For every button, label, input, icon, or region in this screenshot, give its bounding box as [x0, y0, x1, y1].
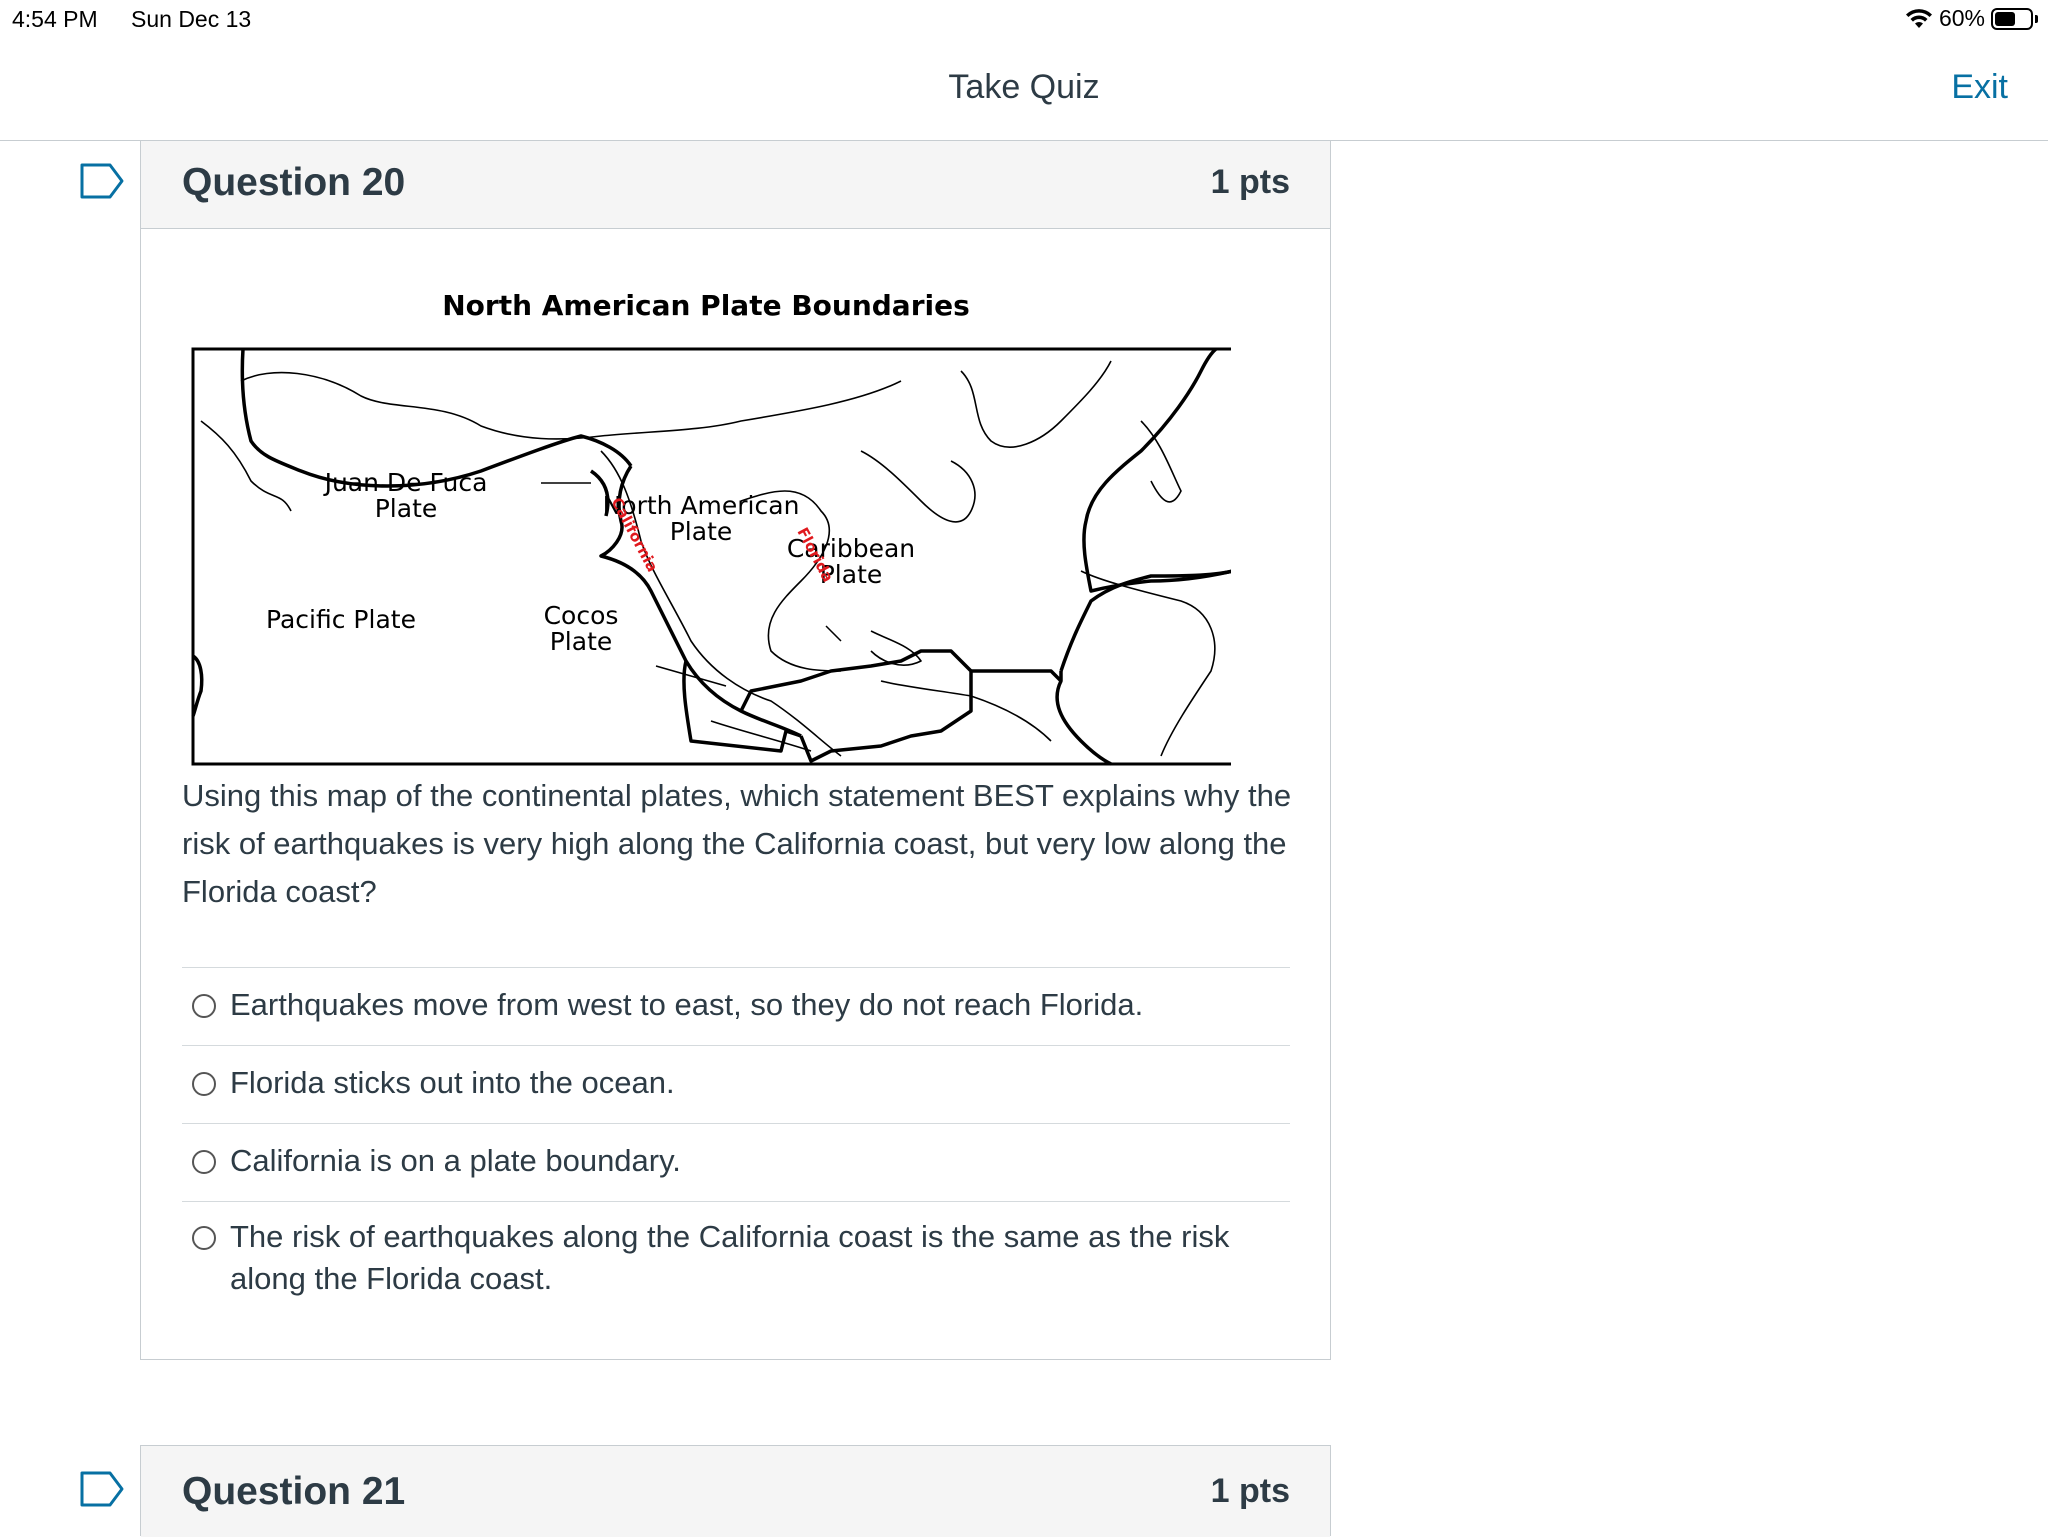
flag-question-icon[interactable] [80, 1471, 124, 1507]
cocos-label: Cocos [544, 601, 619, 630]
status-date: Sun Dec 13 [131, 6, 252, 32]
question-points: 1 pts [1210, 163, 1290, 201]
plate-map-image: Juan De Fuca Plate North American Plate … [191, 347, 1231, 766]
cocos-label-2: Plate [550, 627, 613, 656]
answer-list: Earthquakes move from west to east, so t… [182, 967, 1290, 1316]
radio-button[interactable] [192, 1072, 216, 1096]
question-header: Question 20 1 pts [141, 141, 1330, 229]
question-title: Question 20 [182, 161, 406, 204]
question-title: Question 21 [182, 1470, 406, 1513]
juan-de-fuca-label-2: Plate [375, 494, 438, 523]
question-body: North American Plate Boundaries Juan De … [141, 229, 1330, 1359]
juan-de-fuca-label: Juan De Fuca [323, 468, 488, 497]
answer-option[interactable]: Earthquakes move from west to east, so t… [182, 967, 1290, 1045]
answer-option[interactable]: Florida sticks out into the ocean. [182, 1045, 1290, 1123]
plate-map: North American Plate Boundaries Juan De … [181, 289, 1241, 769]
answer-label: Earthquakes move from west to east, so t… [230, 987, 1144, 1022]
answer-label: Florida sticks out into the ocean. [230, 1065, 675, 1100]
status-bar: 4:54 PM Sun Dec 13 60% [0, 0, 2048, 40]
wifi-icon [1905, 8, 1932, 28]
radio-button[interactable] [192, 1226, 216, 1250]
question-card: Question 21 1 pts [140, 1445, 1331, 1537]
battery-nub [2035, 14, 2038, 23]
status-time: 4:54 PM [12, 6, 98, 32]
nav-header: Take Quiz Exit [0, 40, 2048, 141]
answer-option[interactable]: California is on a plate boundary. [182, 1123, 1290, 1201]
status-indicators: 60% [1905, 5, 2038, 32]
radio-button[interactable] [192, 1150, 216, 1174]
question-header: Question 21 1 pts [141, 1446, 1330, 1537]
map-title: North American Plate Boundaries [442, 289, 970, 322]
question-text: Using this map of the continental plates… [182, 778, 1292, 909]
pacific-plate-label: Pacific Plate [266, 605, 416, 634]
battery-level [1995, 11, 2015, 26]
answer-option[interactable]: The risk of earthquakes along the Califo… [182, 1201, 1290, 1316]
question-points: 1 pts [1210, 1472, 1290, 1510]
north-american-label-2: Plate [670, 517, 733, 546]
answer-label: The risk of earthquakes along the Califo… [230, 1219, 1230, 1296]
question-card: Question 20 1 pts North American Plate B… [140, 140, 1331, 1360]
page-title: Take Quiz [948, 68, 1100, 106]
answer-label: California is on a plate boundary. [230, 1143, 681, 1178]
battery-percentage: 60% [1938, 5, 1985, 31]
exit-button[interactable]: Exit [1951, 68, 2008, 107]
radio-button[interactable] [192, 994, 216, 1018]
battery-icon [1991, 7, 2033, 30]
flag-question-icon[interactable] [80, 163, 124, 199]
